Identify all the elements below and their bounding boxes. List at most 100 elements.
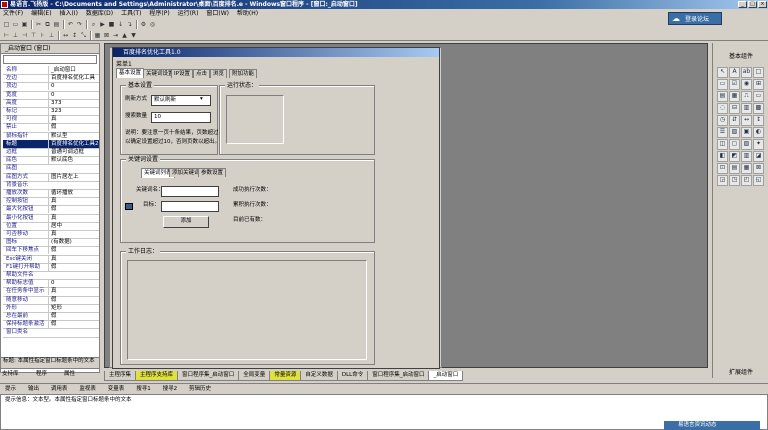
tab-properties[interactable]: 属性 bbox=[64, 370, 75, 379]
property-value[interactable]: _启动窗口 bbox=[48, 66, 99, 74]
tool-icon[interactable]: ▧ bbox=[729, 127, 740, 138]
menu-database[interactable]: 数据库(D) bbox=[83, 9, 116, 19]
tool-icon[interactable]: ⊞ bbox=[753, 79, 764, 90]
tool-icon[interactable]: ◪ bbox=[753, 151, 764, 162]
document-tab[interactable]: 常量资源 bbox=[269, 371, 302, 381]
count-input[interactable]: 10 bbox=[151, 112, 211, 123]
extended-components-tab[interactable]: 扩展组件 bbox=[713, 368, 768, 378]
menu-run[interactable]: 运行(R) bbox=[175, 9, 202, 19]
tool-icon[interactable]: ▤ bbox=[717, 91, 728, 102]
save-icon[interactable]: ▣ bbox=[21, 21, 28, 28]
undo-icon[interactable]: ↶ bbox=[67, 21, 74, 28]
selected-control-marker[interactable] bbox=[125, 203, 133, 210]
property-value[interactable]: 百度排名优化工具 bbox=[48, 74, 99, 83]
tool-icon[interactable]: ⎍ bbox=[741, 91, 752, 102]
property-value[interactable]: 默认底色 bbox=[48, 156, 99, 165]
property-value[interactable]: 居中 bbox=[48, 221, 99, 230]
align-center-icon[interactable]: ⊥ bbox=[12, 32, 19, 39]
find-icon[interactable]: ⌕ bbox=[90, 21, 97, 28]
document-tab[interactable]: 主程序集 bbox=[104, 371, 137, 381]
tab-ip[interactable]: IP设置 bbox=[171, 69, 193, 78]
align-bottom-icon[interactable]: ⊥ bbox=[48, 32, 55, 39]
tool-icon[interactable]: ▨ bbox=[741, 139, 752, 150]
property-value[interactable]: 真 bbox=[48, 213, 99, 222]
tab-search-1[interactable]: 搜寻1 bbox=[131, 384, 156, 394]
tool-icon[interactable]: ab bbox=[741, 67, 752, 78]
tab-watch-table[interactable]: 监视表 bbox=[74, 384, 101, 394]
step-icon[interactable]: ↓ bbox=[117, 21, 124, 28]
keyword-name-input[interactable] bbox=[161, 186, 219, 197]
tool-icon[interactable]: ◲ bbox=[717, 175, 728, 186]
chevron-down-icon[interactable]: ▾ bbox=[200, 96, 203, 103]
tab-click[interactable]: 点击 bbox=[193, 69, 211, 78]
property-value[interactable]: 373 bbox=[48, 98, 99, 107]
align-left-icon[interactable]: ⊢ bbox=[3, 32, 10, 39]
compile-icon[interactable]: ⚙ bbox=[140, 21, 147, 28]
document-tab[interactable]: 窗口程序集_启动窗口 bbox=[367, 371, 430, 381]
same-height-icon[interactable]: ↕ bbox=[71, 32, 78, 39]
same-width-icon[interactable]: ↔ bbox=[62, 32, 69, 39]
tool-icon[interactable]: ↕ bbox=[753, 115, 764, 126]
property-value[interactable]: 323 bbox=[48, 107, 99, 115]
same-size-icon[interactable]: ⤡ bbox=[80, 32, 87, 39]
minimize-button[interactable]: _ bbox=[738, 1, 747, 8]
property-value[interactable]: 循环播放 bbox=[48, 189, 99, 197]
tab-search-2[interactable]: 搜寻2 bbox=[158, 384, 183, 394]
tool-icon[interactable]: ◌ bbox=[717, 103, 728, 114]
add-button[interactable]: 添加 bbox=[163, 216, 209, 228]
redo-icon[interactable]: ↷ bbox=[76, 21, 83, 28]
debug-icon[interactable]: ◎ bbox=[149, 21, 156, 28]
tab-call-table[interactable]: 调用表 bbox=[46, 384, 73, 394]
target-input[interactable] bbox=[161, 201, 219, 212]
tool-icon[interactable]: □ bbox=[753, 67, 764, 78]
property-value[interactable]: 0 bbox=[48, 279, 99, 288]
tab-browse[interactable]: 浏览 bbox=[210, 69, 228, 78]
tool-icon[interactable]: ◉ bbox=[741, 79, 752, 90]
tool-icon[interactable]: ◧ bbox=[717, 151, 728, 162]
close-button[interactable]: × bbox=[758, 1, 767, 8]
open-icon[interactable]: ▭ bbox=[12, 21, 19, 28]
tool-icon[interactable]: ▥ bbox=[741, 103, 752, 114]
menu-edit[interactable]: 编辑(E) bbox=[28, 9, 54, 19]
property-value[interactable]: 假 bbox=[48, 205, 99, 214]
property-value[interactable]: 真 bbox=[48, 197, 99, 206]
align-top-icon[interactable]: ⊤ bbox=[30, 32, 37, 39]
tab-support-lib[interactable]: 支持库 bbox=[2, 370, 19, 379]
property-value[interactable]: 假 bbox=[48, 312, 99, 320]
property-value[interactable]: 默认型 bbox=[48, 131, 99, 140]
property-value[interactable]: 图片居左上 bbox=[48, 172, 99, 181]
cut-icon[interactable]: ✂ bbox=[35, 21, 42, 28]
property-value[interactable]: 真 bbox=[48, 230, 99, 238]
document-tab[interactable]: 窗口程序集_启动窗口 bbox=[177, 371, 240, 381]
tool-icon[interactable]: ◱ bbox=[753, 175, 764, 186]
paste-icon[interactable]: ▤ bbox=[53, 21, 60, 28]
align-middle-icon[interactable]: ⊦ bbox=[39, 32, 46, 39]
tool-icon[interactable]: ◩ bbox=[729, 151, 740, 162]
tool-icon[interactable]: ▦ bbox=[741, 163, 752, 174]
stepover-icon[interactable]: ↴ bbox=[126, 21, 133, 28]
property-value[interactable]: 矩形 bbox=[48, 303, 99, 312]
property-value[interactable]: 百度排名优化工具2 bbox=[48, 139, 99, 148]
new-icon[interactable]: □ bbox=[3, 21, 10, 28]
document-tab[interactable]: 主程序支持库 bbox=[135, 371, 179, 381]
designed-form[interactable]: 百度排名优化工具1.0 菜单1 基本设置 关键词设置 IP设置 点击 浏览 附加… bbox=[112, 47, 440, 369]
tool-icon[interactable]: ◷ bbox=[717, 115, 728, 126]
tab-output[interactable]: 输出 bbox=[23, 384, 44, 394]
tab-clip-history[interactable]: 剪辑历史 bbox=[184, 384, 216, 394]
document-tab[interactable]: _启动窗口 bbox=[428, 371, 464, 381]
tool-icon[interactable]: ✦ bbox=[753, 139, 764, 150]
tool-icon[interactable]: A bbox=[729, 67, 740, 78]
subtab-params[interactable]: 参数设置 bbox=[198, 168, 227, 177]
send-back-icon[interactable]: ▼ bbox=[130, 32, 137, 39]
tool-icon[interactable]: ◐ bbox=[753, 127, 764, 138]
lock-icon[interactable]: ⊠ bbox=[103, 32, 110, 39]
tool-icon[interactable]: ◰ bbox=[741, 175, 752, 186]
menu-window[interactable]: 窗口(W) bbox=[203, 9, 232, 19]
tool-icon[interactable]: ▥ bbox=[741, 151, 752, 162]
property-value[interactable]: 假 bbox=[48, 262, 99, 271]
tool-icon[interactable]: ☑ bbox=[729, 79, 740, 90]
tool-icon[interactable]: ⊡ bbox=[717, 163, 728, 174]
property-value[interactable]: 0 bbox=[48, 90, 99, 99]
tool-icon[interactable]: ▩ bbox=[753, 103, 764, 114]
tool-icon[interactable]: ⇵ bbox=[729, 115, 740, 126]
